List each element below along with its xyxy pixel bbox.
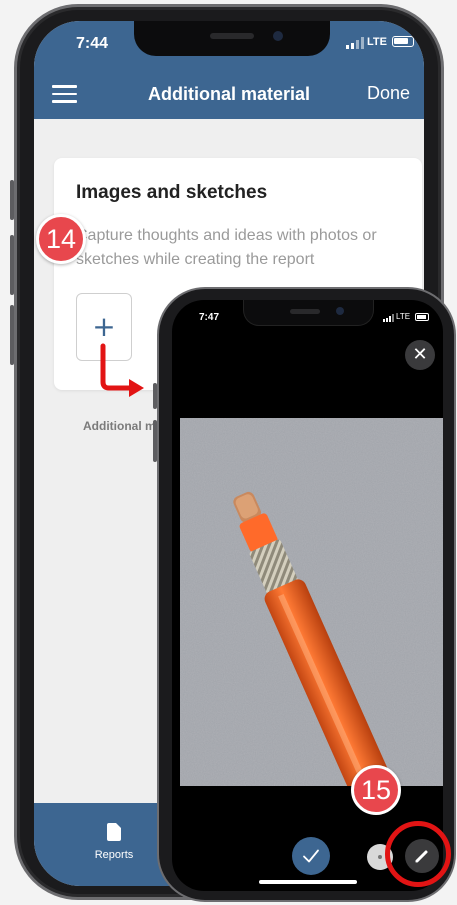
tab-reports-label: Reports <box>94 849 134 861</box>
speaker-grille <box>290 309 320 314</box>
status-time: 7:47 <box>199 312 220 323</box>
battery-icon <box>415 313 429 321</box>
status-bar: 7:44 LTE <box>34 21 424 71</box>
tab-reports[interactable]: Reports <box>84 823 144 861</box>
step-marker-14: 14 <box>36 214 86 264</box>
volume-button <box>153 383 157 409</box>
confirm-button[interactable] <box>292 837 330 875</box>
network-label: LTE <box>367 36 387 48</box>
signal-icon <box>346 37 364 49</box>
battery-icon <box>392 36 414 47</box>
home-indicator <box>259 880 357 884</box>
volume-button <box>10 235 14 295</box>
card-title: Images and sketches <box>76 182 268 203</box>
step-marker-15: 15 <box>351 765 401 815</box>
plus-icon: + <box>92 310 116 343</box>
volume-button <box>10 180 14 220</box>
card-description: Capture thoughts and ideas with photos o… <box>76 227 377 268</box>
additional-material-caption: Additional m <box>83 419 156 433</box>
annotation-arrow-icon <box>100 343 144 397</box>
status-time: 7:44 <box>76 35 109 52</box>
done-button[interactable]: Done <box>367 83 410 104</box>
volume-button <box>153 420 157 462</box>
camera-icon <box>336 307 344 315</box>
speaker-grille <box>210 33 254 39</box>
signal-icon <box>383 314 394 322</box>
document-icon <box>107 823 121 841</box>
volume-button <box>10 305 14 365</box>
checkmark-icon <box>303 849 319 863</box>
nav-bar: Additional material Done <box>34 71 424 119</box>
close-icon[interactable]: ✕ <box>405 340 435 370</box>
captured-photo <box>180 418 443 786</box>
page-title: Additional material <box>147 84 311 104</box>
front-phone-screen: 7:47 LTE ✕ <box>172 300 443 891</box>
network-label: LTE <box>396 312 411 321</box>
camera-icon <box>273 31 283 41</box>
notch <box>243 300 374 326</box>
highlight-ring <box>385 821 451 887</box>
notch <box>134 21 330 56</box>
